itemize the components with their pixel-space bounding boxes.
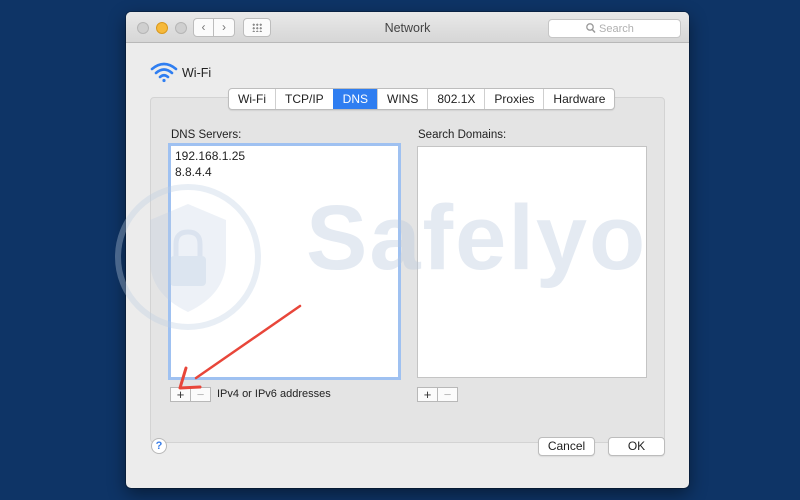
- dns-add-remove-control: + −: [170, 387, 211, 402]
- tab-8021x[interactable]: 802.1X: [427, 89, 484, 109]
- tab-dns[interactable]: DNS: [332, 89, 377, 109]
- domains-add-remove-control: + −: [417, 387, 458, 402]
- search-field[interactable]: Search: [548, 19, 681, 38]
- domains-remove-button[interactable]: −: [437, 388, 457, 401]
- tab-wifi[interactable]: Wi-Fi: [229, 89, 275, 109]
- tab-hardware[interactable]: Hardware: [543, 89, 614, 109]
- search-domains-list[interactable]: [417, 146, 647, 378]
- tab-wins[interactable]: WINS: [377, 89, 427, 109]
- help-button[interactable]: ?: [151, 438, 167, 454]
- wifi-icon: [150, 62, 178, 83]
- interface-name: Wi-Fi: [182, 66, 212, 80]
- domains-add-button[interactable]: +: [418, 388, 437, 401]
- dns-servers-label: DNS Servers:: [171, 129, 242, 141]
- dns-servers-list[interactable]: 192.168.1.25 8.8.4.4: [168, 143, 401, 380]
- tab-bar: Wi-Fi TCP/IP DNS WINS 802.1X Proxies Har…: [228, 88, 616, 110]
- ok-button[interactable]: OK: [608, 437, 665, 456]
- dns-server-entry[interactable]: 192.168.1.25: [175, 149, 245, 163]
- dns-add-button[interactable]: +: [171, 388, 190, 401]
- dns-hint-text: IPv4 or IPv6 addresses: [217, 388, 331, 400]
- search-placeholder: Search: [599, 23, 634, 35]
- tab-proxies[interactable]: Proxies: [484, 89, 543, 109]
- network-preferences-window: ‹ › Network Search Wi-Fi Wi-Fi TCP/IP DN…: [126, 12, 689, 488]
- tab-tcpip[interactable]: TCP/IP: [274, 89, 333, 109]
- cancel-button[interactable]: Cancel: [538, 437, 595, 456]
- title-bar: ‹ › Network Search: [126, 12, 689, 43]
- search-domains-label: Search Domains:: [418, 129, 507, 141]
- search-icon: [586, 23, 596, 34]
- dns-remove-button[interactable]: −: [190, 388, 210, 401]
- dns-server-entry[interactable]: 8.8.4.4: [175, 165, 212, 179]
